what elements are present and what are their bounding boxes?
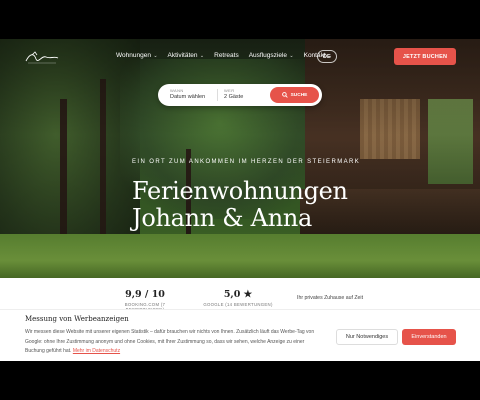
nav-item-aktivitaeten[interactable]: Aktivitäten ⌄ — [168, 52, 205, 59]
language-switcher[interactable]: DE — [317, 50, 337, 63]
main-navigation: Wohnungen ⌄ Aktivitäten ⌄ Retreats Ausfl… — [116, 52, 332, 59]
guests-field[interactable]: WER 2 Gäste — [224, 88, 243, 100]
date-field-value: Datum wählen — [170, 94, 206, 100]
cookie-banner: Messung von Werbeanzeigen Wir messen die… — [0, 309, 480, 361]
rating-google-score: 5,0 ★ — [223, 289, 253, 300]
hero-title-line2: Johann & Anna — [132, 204, 313, 232]
hero-tagline: EIN ORT ZUM ANKOMMEN IM HERZEN DER STEIE… — [132, 159, 361, 165]
search-divider — [217, 89, 218, 101]
guests-field-label: WER — [224, 88, 235, 93]
rating-google-source: GOOGLE (14 BEWERTUNGEN) — [203, 302, 273, 307]
cookie-banner-body: Wir messen diese Website mit unserer eig… — [25, 329, 315, 354]
nav-item-ausflugsziele[interactable]: Ausflugsziele ⌄ — [249, 52, 294, 59]
search-button-label: SUCHE — [290, 92, 308, 98]
booking-search-bar: WANN Datum wählen WER 2 Gäste SUCHE — [158, 84, 322, 106]
rating-booking-score: 9,9 / 10 — [125, 289, 165, 300]
book-now-button[interactable]: JETZT BUCHEN — [394, 48, 456, 65]
chevron-down-icon: ⌄ — [288, 53, 294, 59]
nav-item-wohnungen[interactable]: Wohnungen ⌄ — [116, 52, 158, 59]
nav-item-retreats[interactable]: Retreats — [214, 52, 239, 59]
chevron-down-icon: ⌄ — [198, 53, 205, 59]
cookie-banner-title: Messung von Werbeanzeigen — [25, 315, 129, 323]
chevron-down-icon: ⌄ — [151, 53, 158, 59]
search-icon — [281, 92, 288, 98]
date-field-label: WANN — [170, 88, 184, 93]
letterbox-top — [0, 0, 480, 39]
search-button[interactable]: SUCHE — [270, 87, 319, 103]
rating-google: 5,0 ★ GOOGLE (14 BEWERTUNGEN) — [200, 289, 276, 307]
hero-title-line1: Ferienwohnungen — [132, 177, 348, 205]
accept-button[interactable]: Einverstanden — [402, 329, 456, 345]
hero-title: Ferienwohnungen Johann & Anna — [132, 178, 348, 232]
logo-icon[interactable] — [24, 49, 60, 67]
ratings-note: Ihr privates Zuhause auf Zeit — [297, 295, 364, 301]
cookie-banner-text: Wir messen diese Website mit unserer eig… — [25, 328, 317, 357]
date-field[interactable]: WANN Datum wählen — [170, 88, 205, 100]
letterbox-bottom — [0, 361, 480, 400]
necessary-only-button[interactable]: Nur Notwendiges — [336, 329, 398, 345]
guests-field-value: 2 Gäste — [224, 94, 244, 100]
privacy-link[interactable]: Mehr im Datenschutz — [73, 348, 120, 354]
